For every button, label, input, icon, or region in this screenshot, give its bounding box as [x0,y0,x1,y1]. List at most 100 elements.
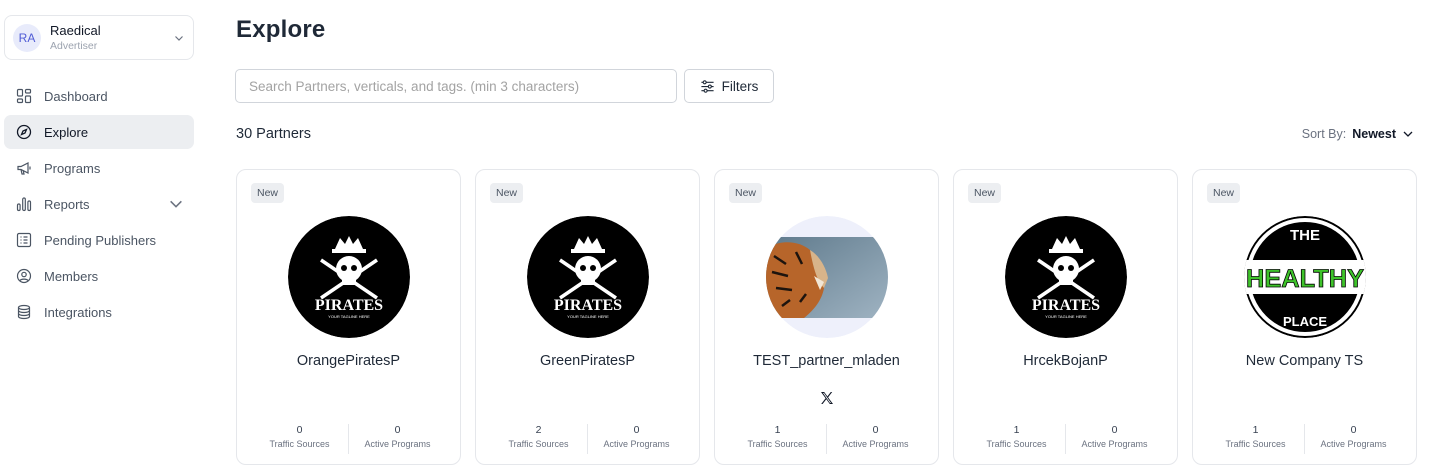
logo-text: PIRATES [315,297,383,314]
traffic-sources-value: 0 [296,424,303,436]
active-programs-label: Active Programs [603,439,670,449]
traffic-sources-label: Traffic Sources [1225,439,1286,449]
account-info: Raedical Advertiser [50,23,173,52]
active-programs-label: Active Programs [842,439,909,449]
logo-text-bottom: PLACE [1283,314,1327,329]
partner-stats: 1 Traffic Sources 0 Active Programs [968,424,1163,454]
partner-logo: PIRATES YOUR TAGLINE HERE [288,216,410,338]
bar-chart-icon [16,197,32,212]
traffic-sources-label: Traffic Sources [747,439,808,449]
partner-card[interactable]: New PIRATES YOUR TAGLINE HERE HrcekBojan… [953,169,1178,465]
filters-button[interactable]: Filters [684,69,774,103]
page-title: Explore [236,16,326,43]
traffic-sources-label: Traffic Sources [986,439,1047,449]
pirates-logo: PIRATES YOUR TAGLINE HERE [1005,216,1127,338]
traffic-sources-label: Traffic Sources [269,439,330,449]
logo-text-mid: HEALTHY [1246,265,1364,293]
active-programs-value: 0 [1350,424,1357,436]
active-programs-value: 0 [1111,424,1118,436]
logo-text-top: THE [1290,227,1320,244]
chevron-down-icon [175,35,183,41]
traffic-sources-stat: 0 Traffic Sources [251,424,348,454]
active-programs-label: Active Programs [1081,439,1148,449]
active-programs-stat: 0 Active Programs [587,424,685,454]
logo-tagline: YOUR TAGLINE HERE [1045,314,1087,319]
partner-card[interactable]: New TEST_partner_mladen 1 Traffic Source… [714,169,939,465]
active-programs-stat: 0 Active Programs [1304,424,1402,454]
sort-dropdown[interactable]: Sort By: Newest [1302,127,1414,141]
partner-name: TEST_partner_mladen [753,353,900,369]
active-programs-stat: 0 Active Programs [826,424,924,454]
logo-text: PIRATES [1032,297,1100,314]
sidebar-item-explore[interactable]: Explore [4,115,194,149]
partner-stats: 0 Traffic Sources 0 Active Programs [251,424,446,454]
partner-stats: 2 Traffic Sources 0 Active Programs [490,424,685,454]
sidebar-item-label: Programs [44,160,101,176]
sidebar: RA Raedical Advertiser Dashboard Explore… [0,0,210,475]
list-icon [16,232,32,248]
megaphone-icon [17,162,31,175]
active-programs-value: 0 [872,424,879,436]
partner-card[interactable]: New THE HEALTHY PLACE New Company TS 1 T… [1192,169,1417,465]
account-role: Advertiser [50,40,98,52]
sidebar-item-integrations[interactable]: Integrations [4,295,194,329]
avatar: RA [13,23,41,52]
sidebar-item-pending-publishers[interactable]: Pending Publishers [4,223,194,257]
partner-name: New Company TS [1245,353,1364,369]
user-circle-icon [16,268,32,284]
database-icon [17,304,31,320]
traffic-sources-stat: 1 Traffic Sources [729,424,826,454]
active-programs-label: Active Programs [364,439,431,449]
new-badge: New [968,183,1002,203]
sidebar-item-members[interactable]: Members [4,259,194,293]
results-count: 30 Partners [236,126,311,142]
active-programs-value: 0 [394,424,401,436]
sidebar-item-label: Dashboard [44,88,108,104]
sidebar-item-label: Integrations [44,304,112,320]
logo-tagline: YOUR TAGLINE HERE [328,314,370,319]
tiger-photo [766,216,888,338]
partner-logo [766,216,888,338]
active-programs-stat: 0 Active Programs [348,424,446,454]
x-icon[interactable] [820,391,834,405]
traffic-sources-value: 1 [1013,424,1020,436]
dashboard-icon [16,88,32,104]
compass-icon [16,124,32,140]
pirates-logo: PIRATES YOUR TAGLINE HERE [527,216,649,338]
new-badge: New [251,183,285,203]
partner-name: GreenPiratesP [539,353,636,369]
chevron-down-icon [1403,131,1413,137]
traffic-sources-value: 1 [1252,424,1259,436]
logo-tagline: YOUR TAGLINE HERE [567,314,609,319]
partner-stats: 1 Traffic Sources 0 Active Programs [1207,424,1402,454]
sidebar-item-label: Members [44,268,99,284]
account-name: Raedical [50,23,101,38]
sidebar-item-dashboard[interactable]: Dashboard [4,79,194,113]
active-programs-value: 0 [633,424,640,436]
sidebar-item-label: Reports [44,196,90,212]
partner-card[interactable]: New PIRATES YOUR TAGLINE HERE GreenPirat… [475,169,700,465]
sort-value: Newest [1352,127,1396,141]
healthy-place-logo: THE HEALTHY PLACE [1244,216,1366,338]
traffic-sources-stat: 1 Traffic Sources [1207,424,1304,454]
traffic-sources-label: Traffic Sources [508,439,569,449]
new-badge: New [1207,183,1241,203]
pirates-logo: PIRATES YOUR TAGLINE HERE [288,216,410,338]
search-input[interactable] [235,69,677,103]
account-switcher[interactable]: RA Raedical Advertiser [4,15,194,60]
traffic-sources-stat: 2 Traffic Sources [490,424,587,454]
active-programs-label: Active Programs [1320,439,1387,449]
new-badge: New [490,183,524,203]
sidebar-item-label: Pending Publishers [44,232,157,248]
active-programs-stat: 0 Active Programs [1065,424,1163,454]
sidebar-item-programs[interactable]: Programs [4,151,194,185]
new-badge: New [729,183,763,203]
partner-logo: PIRATES YOUR TAGLINE HERE [1005,216,1127,338]
partner-name: OrangePiratesP [296,353,401,369]
partner-name: HrcekBojanP [1023,353,1108,369]
traffic-sources-value: 1 [774,424,781,436]
partner-card[interactable]: New PIRATES YOUR TAGLINE HERE OrangePira… [236,169,461,465]
logo-text: PIRATES [554,297,622,314]
partner-grid: New PIRATES YOUR TAGLINE HERE OrangePira… [236,169,1417,465]
sidebar-item-reports[interactable]: Reports [4,187,194,221]
